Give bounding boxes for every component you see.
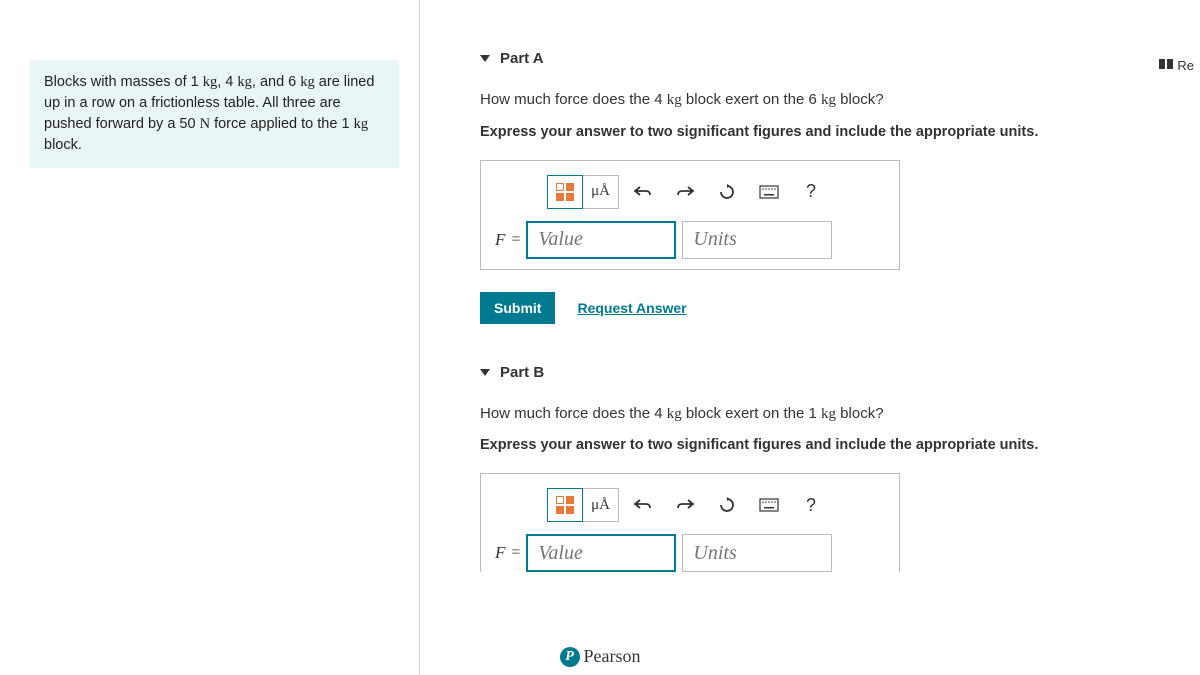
part-a-question: How much force does the 4 kg block exert… bbox=[480, 89, 1200, 112]
templates-icon bbox=[556, 183, 574, 201]
pearson-logo-icon: P bbox=[560, 647, 580, 667]
templates-button[interactable] bbox=[547, 488, 583, 522]
units-button[interactable]: μÅ bbox=[583, 488, 619, 522]
part-a-title: Part A bbox=[500, 50, 544, 67]
reset-icon bbox=[719, 184, 735, 200]
redo-icon bbox=[676, 185, 694, 199]
redo-button[interactable] bbox=[667, 488, 703, 522]
reset-icon bbox=[719, 497, 735, 513]
keyboard-icon bbox=[759, 185, 779, 199]
part-b-title: Part B bbox=[500, 364, 544, 381]
part-b-question: How much force does the 4 kg block exert… bbox=[480, 403, 1200, 426]
templates-icon bbox=[556, 496, 574, 514]
reset-button[interactable] bbox=[709, 488, 745, 522]
part-a-header[interactable]: Part A bbox=[480, 50, 1200, 67]
request-answer-link[interactable]: Request Answer bbox=[577, 300, 686, 316]
value-input[interactable] bbox=[526, 534, 676, 572]
units-input[interactable] bbox=[682, 221, 832, 259]
help-button[interactable]: ? bbox=[793, 488, 829, 522]
part-a-answer-box: μÅ ? F = bbox=[480, 160, 900, 270]
reset-button[interactable] bbox=[709, 175, 745, 209]
resources-link[interactable]: Re bbox=[1159, 58, 1194, 73]
caret-down-icon bbox=[480, 55, 490, 62]
part-b: Part B How much force does the 4 kg bloc… bbox=[480, 364, 1200, 573]
help-button[interactable]: ? bbox=[793, 175, 829, 209]
problem-statement: Blocks with masses of 1 kg, 4 kg, and 6 … bbox=[30, 60, 399, 168]
redo-icon bbox=[676, 498, 694, 512]
units-button[interactable]: μÅ bbox=[583, 175, 619, 209]
templates-button[interactable] bbox=[547, 175, 583, 209]
footer-brand: P Pearson bbox=[0, 646, 1200, 667]
keyboard-button[interactable] bbox=[751, 175, 787, 209]
equals-sign: = bbox=[511, 231, 520, 249]
part-b-instruction: Express your answer to two significant f… bbox=[480, 437, 1200, 453]
units-input[interactable] bbox=[682, 534, 832, 572]
undo-button[interactable] bbox=[625, 488, 661, 522]
caret-down-icon bbox=[480, 369, 490, 376]
undo-icon bbox=[634, 498, 652, 512]
undo-icon bbox=[634, 185, 652, 199]
variable-label: F bbox=[495, 230, 505, 250]
book-icon bbox=[1159, 58, 1173, 73]
undo-button[interactable] bbox=[625, 175, 661, 209]
equals-sign: = bbox=[511, 544, 520, 562]
variable-label: F bbox=[495, 543, 505, 563]
value-input[interactable] bbox=[526, 221, 676, 259]
part-a: Part A How much force does the 4 kg bloc… bbox=[480, 50, 1200, 324]
redo-button[interactable] bbox=[667, 175, 703, 209]
part-b-header[interactable]: Part B bbox=[480, 364, 1200, 381]
part-a-instruction: Express your answer to two significant f… bbox=[480, 124, 1200, 140]
keyboard-button[interactable] bbox=[751, 488, 787, 522]
part-b-answer-box: μÅ ? F = bbox=[480, 473, 900, 572]
keyboard-icon bbox=[759, 498, 779, 512]
submit-button[interactable]: Submit bbox=[480, 292, 555, 324]
